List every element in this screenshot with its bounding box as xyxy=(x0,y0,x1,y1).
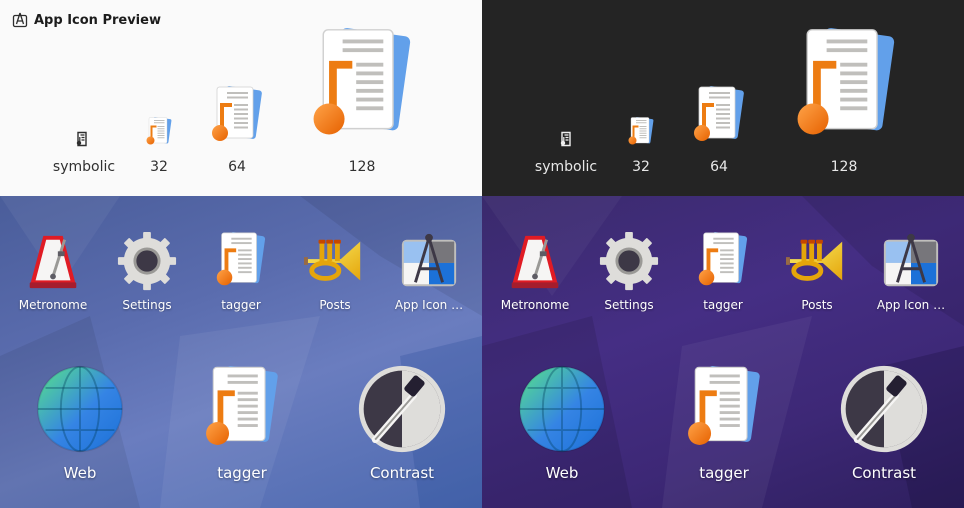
symbolic-label: symbolic xyxy=(534,159,598,175)
symbolic-label: symbolic xyxy=(52,159,116,175)
app-label-posts: Posts xyxy=(801,298,833,312)
app-label-settings: Settings xyxy=(122,298,172,312)
app-label-app-icon-preview: App Icon … xyxy=(394,298,464,312)
app-label-tagger: tagger xyxy=(217,464,267,482)
tagger-icon[interactable] xyxy=(196,363,288,455)
app-label-posts: Posts xyxy=(319,298,351,312)
app-icon-preview-icon[interactable] xyxy=(398,230,460,292)
app-label-tagger: tagger xyxy=(699,464,749,482)
gear-icon[interactable] xyxy=(598,230,660,292)
tagger-icon xyxy=(300,24,424,148)
contrast-icon[interactable] xyxy=(838,363,930,455)
app-label-tagger: tagger xyxy=(221,298,261,312)
tagger-icon xyxy=(784,24,908,148)
app-label-settings: Settings xyxy=(604,298,654,312)
dark-preview-pane: symbolic 32 64 128 xyxy=(482,0,964,196)
symbolic-icon xyxy=(74,131,90,147)
app-label-contrast: Contrast xyxy=(369,464,435,482)
tagger-icon[interactable] xyxy=(678,363,770,455)
size-label-32: 32 xyxy=(150,159,168,175)
light-preview-pane: App Icon Preview symbolic 32 64 128 xyxy=(0,0,482,196)
size-label-64: 64 xyxy=(710,159,728,175)
gear-icon[interactable] xyxy=(116,230,178,292)
app-label-web: Web xyxy=(545,464,579,482)
blue-wallpaper-pane: Metronome Settings tagger Posts App Icon… xyxy=(0,196,482,508)
metronome-icon[interactable] xyxy=(504,230,566,292)
purple-wallpaper-pane: Metronome Settings tagger Posts App Icon… xyxy=(482,196,964,508)
globe-icon[interactable] xyxy=(34,363,126,455)
app-label-metronome: Metronome xyxy=(500,298,570,312)
app-label-metronome: Metronome xyxy=(18,298,88,312)
trumpet-icon[interactable] xyxy=(304,230,366,292)
app-icon-preview-icon xyxy=(12,12,28,28)
contrast-icon[interactable] xyxy=(356,363,448,455)
window-title: App Icon Preview xyxy=(34,12,161,28)
trumpet-icon[interactable] xyxy=(786,230,848,292)
tagger-icon xyxy=(687,84,751,148)
tagger-icon[interactable] xyxy=(210,230,272,292)
app-label-web: Web xyxy=(63,464,97,482)
app-icon-preview-icon[interactable] xyxy=(880,230,942,292)
tagger-icon[interactable] xyxy=(692,230,754,292)
tagger-icon xyxy=(625,116,657,148)
size-label-128: 128 xyxy=(348,159,376,175)
size-label-64: 64 xyxy=(228,159,246,175)
symbolic-icon xyxy=(558,131,574,147)
size-label-32: 32 xyxy=(632,159,650,175)
window-titlebar: App Icon Preview xyxy=(12,12,161,28)
globe-icon[interactable] xyxy=(516,363,608,455)
tagger-icon xyxy=(143,116,175,148)
metronome-icon[interactable] xyxy=(22,230,84,292)
app-label-contrast: Contrast xyxy=(851,464,917,482)
app-label-tagger: tagger xyxy=(703,298,743,312)
app-label-app-icon-preview: App Icon … xyxy=(876,298,946,312)
tagger-icon xyxy=(205,84,269,148)
size-label-128: 128 xyxy=(830,159,858,175)
